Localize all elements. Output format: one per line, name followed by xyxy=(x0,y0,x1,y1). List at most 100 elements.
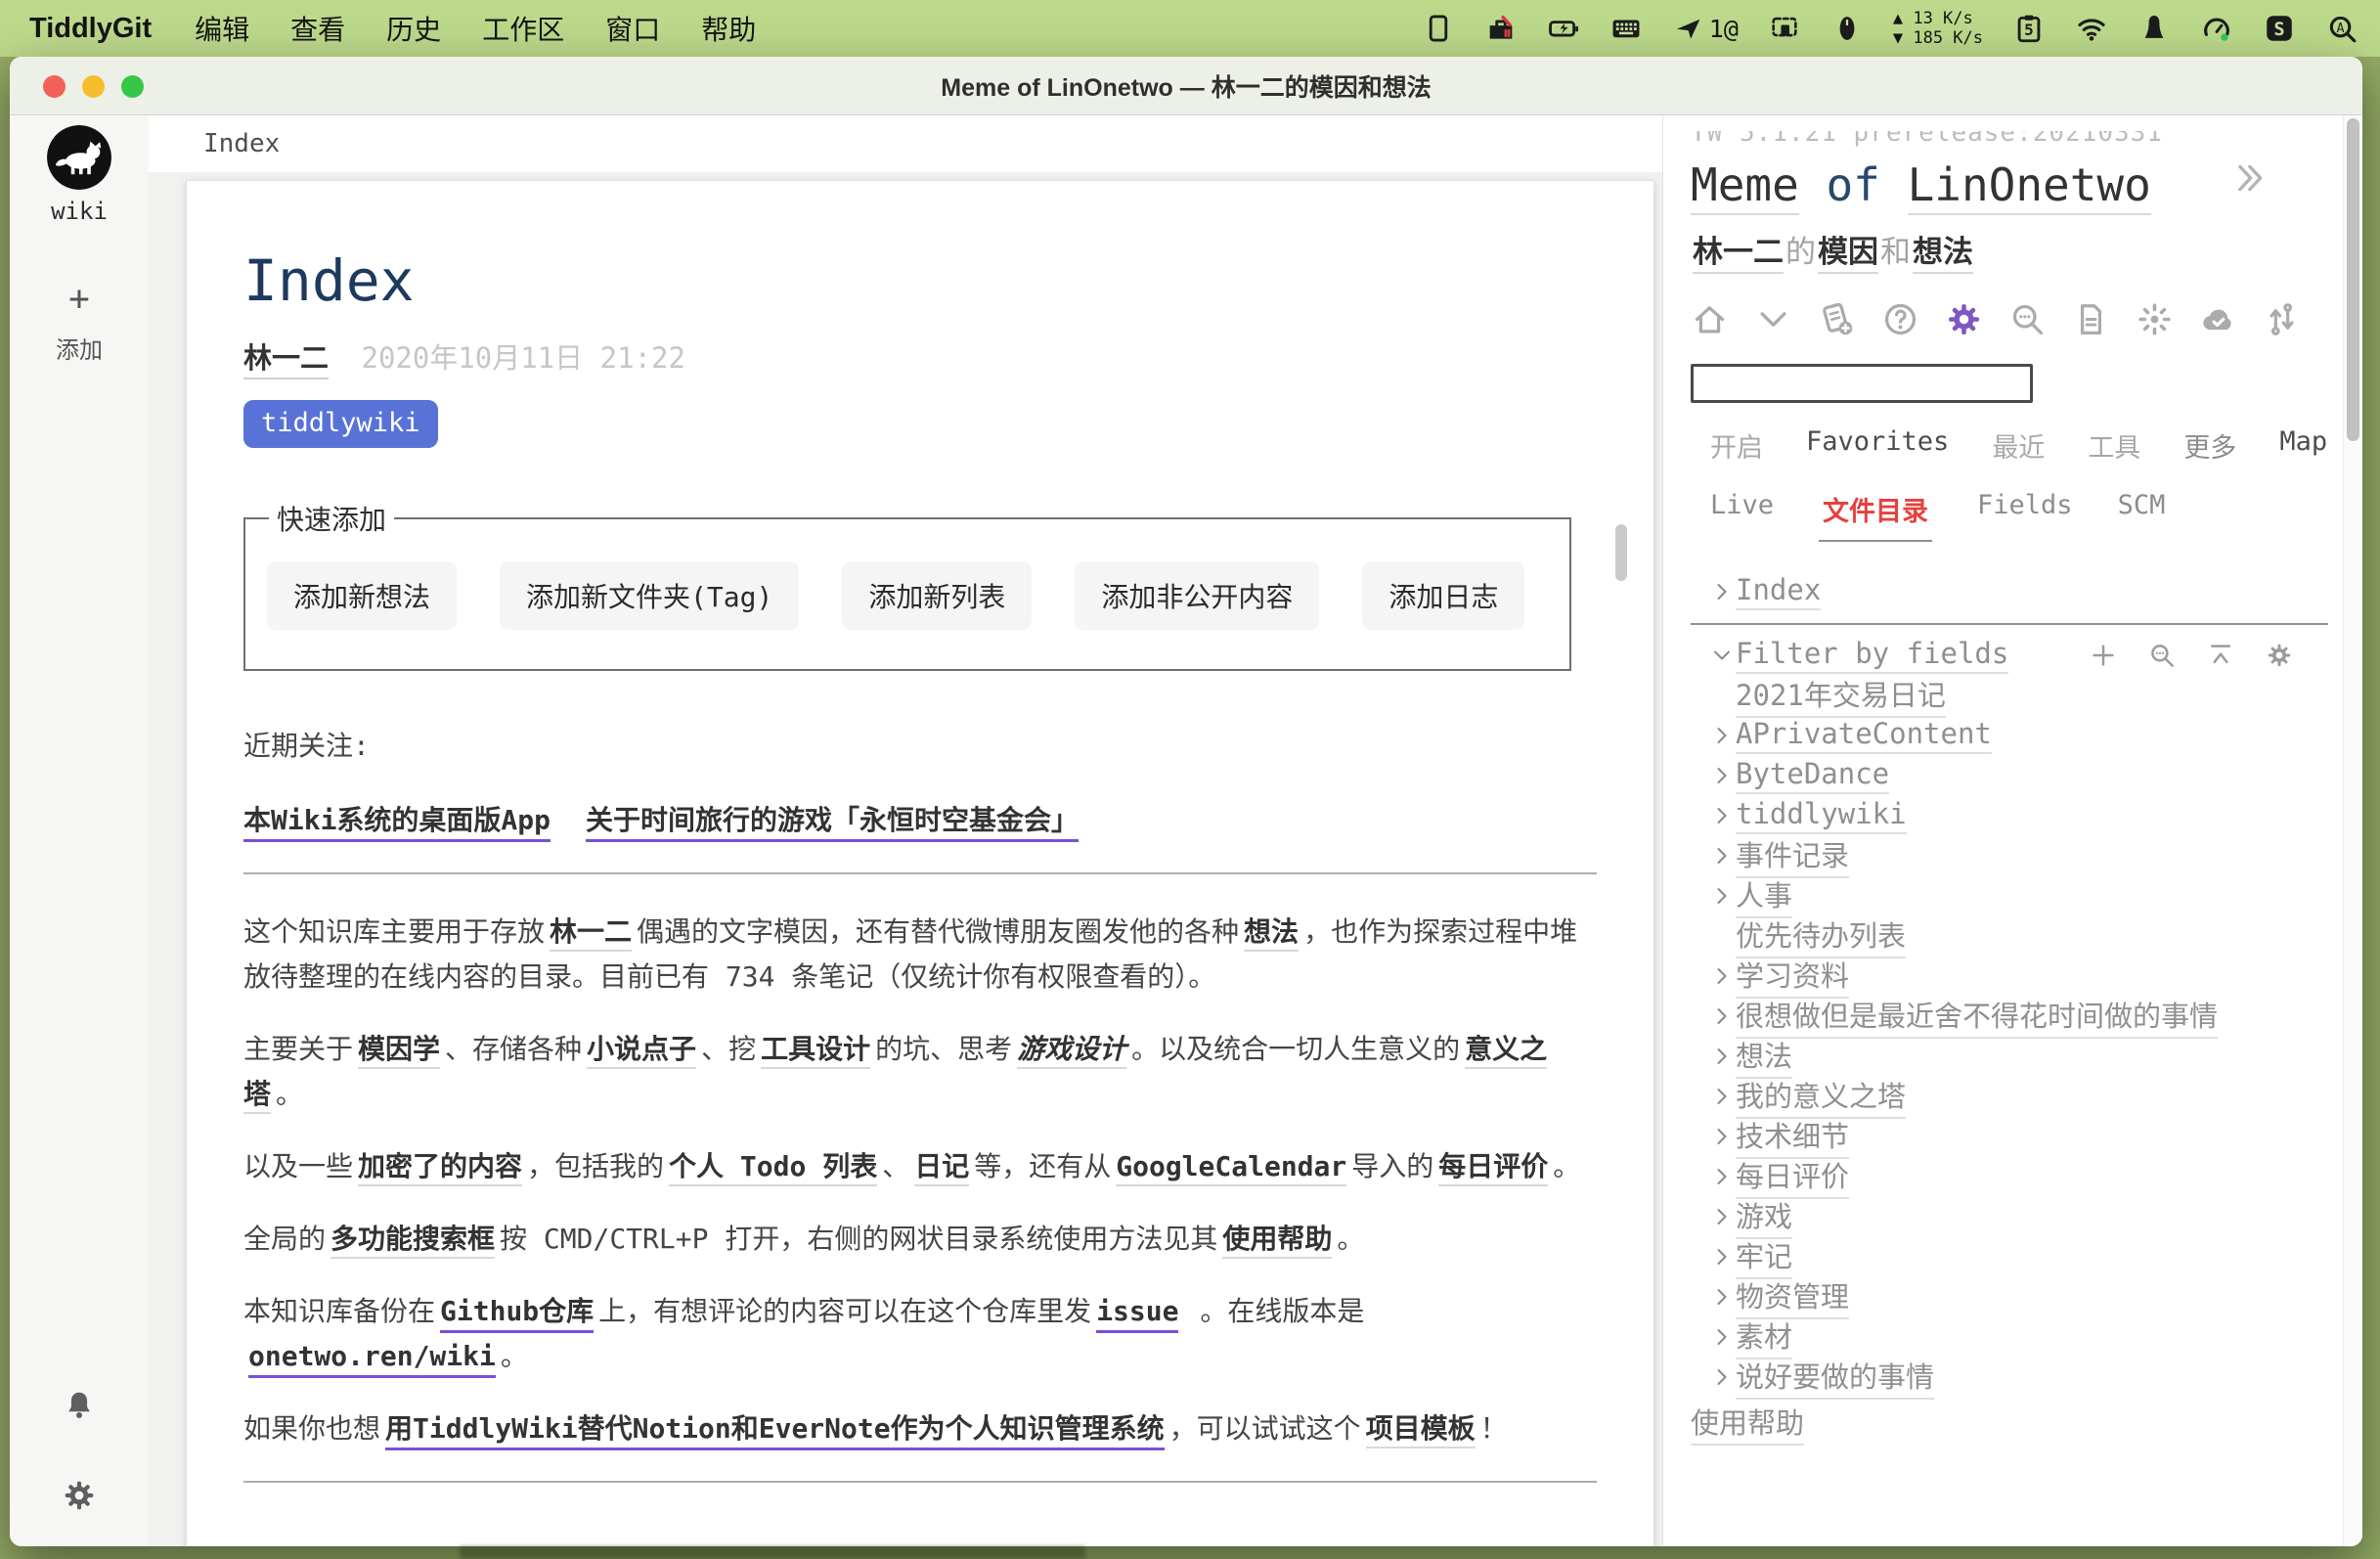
mouse-icon[interactable] xyxy=(1830,12,1864,45)
plus-icon[interactable] xyxy=(2089,641,2118,670)
tree-item-label[interactable]: 游戏 xyxy=(1736,1194,1792,1239)
quick-add-button-添加非公开内容[interactable]: 添加非公开内容 xyxy=(1075,561,1319,630)
minimize-button[interactable] xyxy=(82,75,105,98)
tiddler-link[interactable]: Github仓库 xyxy=(440,1295,594,1333)
chevron-right-icon[interactable] xyxy=(1691,1045,1736,1068)
tree-item-label[interactable]: 我的意义之塔 xyxy=(1736,1074,1906,1119)
menu-item-工作区[interactable]: 工作区 xyxy=(482,15,564,45)
tiddler-link[interactable]: 本Wiki系统的桌面版App xyxy=(243,804,551,842)
tab-更多[interactable]: 更多 xyxy=(2183,426,2236,465)
author-link[interactable]: 林一二 xyxy=(243,341,329,379)
quick-add-button-添加新想法[interactable]: 添加新想法 xyxy=(267,561,457,630)
tab-Live[interactable]: Live xyxy=(1710,490,1774,542)
help-icon[interactable] xyxy=(1881,300,1919,338)
tree-item-label[interactable]: 2021年交易日记 xyxy=(1736,673,1946,718)
menu-item-帮助[interactable]: 帮助 xyxy=(701,15,756,45)
cloud-save-icon[interactable] xyxy=(2199,300,2237,338)
tiddler-link[interactable]: 游戏设计 xyxy=(1017,1033,1126,1069)
preferences-gear-icon[interactable] xyxy=(62,1478,97,1513)
chevron-right-icon[interactable] xyxy=(1691,804,1736,827)
tiddler-link[interactable]: GoogleCalendar xyxy=(1116,1150,1346,1186)
tab-SCM[interactable]: SCM xyxy=(2118,490,2166,542)
close-button[interactable] xyxy=(43,75,66,98)
tree-item-label[interactable]: 素材 xyxy=(1736,1314,1792,1359)
chevron-right-icon[interactable] xyxy=(1691,1285,1736,1309)
s-logo-icon[interactable]: S xyxy=(2263,12,2296,45)
chevron-right-icon[interactable] xyxy=(1691,1085,1736,1108)
quick-add-button-添加日志[interactable]: 添加日志 xyxy=(1362,561,1524,630)
tree-item-label[interactable]: Index xyxy=(1736,573,1821,610)
clipboard-icon[interactable]: 5 xyxy=(2012,12,2046,45)
tiddler-link[interactable]: 多功能搜索框 xyxy=(331,1223,495,1259)
control-panel-icon[interactable] xyxy=(1945,300,1983,338)
chevron-right-icon[interactable] xyxy=(1691,1004,1736,1028)
tiddler-link[interactable]: 用TiddlyWiki替代Notion和EverNote作为个人知识管理系统 xyxy=(385,1412,1165,1450)
tiddler-link[interactable]: 模因学 xyxy=(358,1033,440,1069)
tiddler-link[interactable]: 加密了的内容 xyxy=(358,1150,522,1186)
chevron-right-icon[interactable] xyxy=(1691,964,1736,988)
chevron-right-icon[interactable] xyxy=(1691,1245,1736,1269)
tree-item-label[interactable]: tiddlywiki xyxy=(1736,797,1907,834)
sync-icon[interactable] xyxy=(2263,300,2301,338)
zoom-button[interactable] xyxy=(121,75,144,98)
tree-item-label[interactable]: 说好要做的事情 xyxy=(1736,1355,1934,1400)
chevron-right-icon[interactable] xyxy=(1691,644,1736,667)
tiddler-link[interactable]: 林一二 xyxy=(550,915,632,952)
network-speed-indicator[interactable]: ▲ 13 K/s▼ 185 K/s xyxy=(1893,9,1983,48)
tree-item-label[interactable]: 牢记 xyxy=(1736,1234,1792,1279)
display-icon[interactable] xyxy=(1422,12,1455,45)
tree-item-label[interactable]: 很想做但是最近舍不得花时间做的事情 xyxy=(1736,994,2218,1039)
tiddler-link[interactable]: 想法 xyxy=(1913,235,1973,274)
tree-item-label[interactable]: 技术细节 xyxy=(1736,1114,1849,1159)
advanced-search-icon[interactable] xyxy=(2008,300,2047,338)
chevron-down-icon[interactable] xyxy=(1754,300,1792,338)
tree-item-label[interactable]: 事件记录 xyxy=(1736,833,1849,878)
notifications-bell-icon[interactable] xyxy=(62,1388,97,1423)
tiddler-link[interactable]: 小说点子 xyxy=(587,1033,696,1069)
collapse-icon[interactable] xyxy=(2206,641,2235,670)
tiddler-link[interactable]: issue xyxy=(1096,1295,1178,1333)
open-tiddler-tab[interactable]: Index xyxy=(149,115,1662,172)
new-journal-icon[interactable] xyxy=(1818,300,1856,338)
spotlight-icon[interactable]: A xyxy=(2325,12,2358,45)
menu-item-编辑[interactable]: 编辑 xyxy=(195,15,249,45)
story-scrollbar-thumb[interactable] xyxy=(1615,524,1627,581)
app-menu-tiddlygit[interactable]: TiddlyGit xyxy=(29,13,152,45)
chevron-right-icon[interactable] xyxy=(1691,1165,1736,1188)
tiddler-link[interactable]: 林一二 xyxy=(1693,235,1784,274)
tree-item-label[interactable]: Filter by fields xyxy=(1736,637,2008,674)
sidebar-scrollbar[interactable] xyxy=(2343,115,2362,1546)
toolbox-icon[interactable] xyxy=(1484,12,1518,45)
add-workspace-label[interactable]: 添加 xyxy=(56,331,103,365)
quick-add-button-添加新列表[interactable]: 添加新列表 xyxy=(842,561,1032,630)
tiddler-link[interactable]: 模因 xyxy=(1818,235,1878,274)
chevron-right-icon[interactable] xyxy=(1691,844,1736,868)
tiddler-link[interactable]: Meme xyxy=(1691,158,1799,215)
tab-Map[interactable]: Map xyxy=(2279,426,2327,465)
raw-tiddler-icon[interactable] xyxy=(2072,300,2110,338)
chevron-right-icon[interactable] xyxy=(1691,764,1736,787)
tree-item-label[interactable]: 物资管理 xyxy=(1736,1274,1849,1319)
tree-item-label[interactable]: 人事 xyxy=(1736,873,1792,918)
tab-Fields[interactable]: Fields xyxy=(1977,490,2073,542)
title-bar[interactable]: Meme of LinOnetwo — 林一二的模因和想法 xyxy=(10,57,2362,115)
tree-item-label[interactable]: 优先待办列表 xyxy=(1736,913,1906,958)
tiddler-link[interactable]: 想法 xyxy=(1244,915,1299,952)
tree-item-label[interactable]: ByteDance xyxy=(1736,757,1889,794)
tiddler-link[interactable]: 使用帮助 xyxy=(1222,1223,1332,1259)
tiddler-link[interactable]: 关于时间旅行的游戏「永恒时空基金会」 xyxy=(586,804,1079,842)
tiddler-link[interactable]: 项目模板 xyxy=(1366,1412,1476,1448)
adv-search-small-icon[interactable] xyxy=(2147,641,2177,670)
tree-item-label[interactable]: APrivateContent xyxy=(1736,717,1992,754)
battery-icon[interactable] xyxy=(1547,12,1580,45)
penguin-icon[interactable] xyxy=(2138,12,2171,45)
tiddler-link[interactable]: LinOnetwo xyxy=(1908,158,2151,215)
tiddler-link[interactable]: onetwo.ren/wiki xyxy=(248,1340,496,1378)
quick-add-button-添加新文件夹(Tag)[interactable]: 添加新文件夹(Tag) xyxy=(500,561,799,630)
tag-pill-tiddlywiki[interactable]: tiddlywiki xyxy=(243,400,438,448)
gear-outline-icon[interactable] xyxy=(2265,641,2294,670)
menu-item-历史[interactable]: 历史 xyxy=(386,15,441,45)
help-link[interactable]: 使用帮助 xyxy=(1691,1401,1804,1446)
wifi-icon[interactable] xyxy=(2075,12,2108,45)
tab-开启[interactable]: 开启 xyxy=(1710,426,1763,465)
